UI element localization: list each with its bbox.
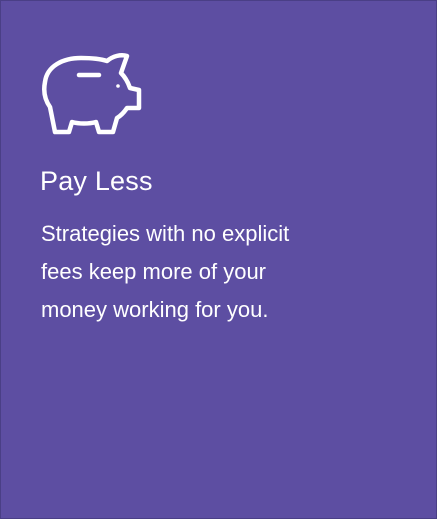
description-line: Strategies with no explicit (41, 221, 290, 246)
card-description: Strategies with no explicit fees keep mo… (41, 215, 401, 329)
feature-card-pay-less: Pay Less Strategies with no explicit fee… (0, 0, 437, 519)
description-line: money working for you. (41, 297, 269, 322)
description-line: fees keep more of your (41, 259, 267, 284)
piggy-bank-icon (41, 42, 145, 136)
card-title: Pay Less (40, 166, 153, 196)
